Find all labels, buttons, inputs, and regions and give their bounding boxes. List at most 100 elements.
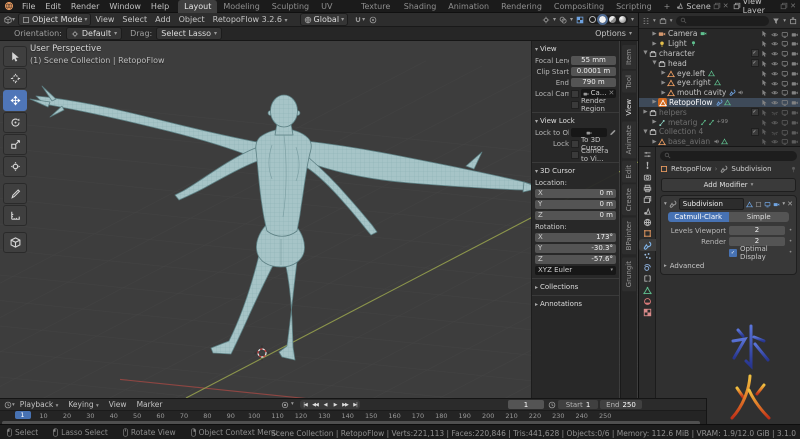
shading-rendered[interactable] [619, 16, 626, 23]
eye-closed-icon[interactable] [771, 108, 779, 117]
camera-restrict-icon[interactable] [791, 78, 799, 87]
workspace-tab-sculpting[interactable]: Sculpting [266, 0, 315, 13]
menu-render[interactable]: Render [66, 2, 104, 11]
monitor-icon[interactable] [781, 88, 789, 97]
n-panel-tab-edit[interactable]: Edit [622, 161, 636, 183]
stopwatch-icon[interactable] [548, 401, 556, 409]
snap-caret[interactable]: ▾ [362, 16, 365, 23]
properties-editor-icon[interactable] [639, 149, 656, 160]
proportional-editing-icon[interactable] [369, 16, 377, 24]
workspace-tab-animation[interactable]: Animation [442, 0, 495, 13]
editor-type-icon[interactable] [4, 16, 12, 24]
camera-restrict-icon[interactable] [791, 69, 799, 78]
advanced-section-header[interactable]: ▸Advanced [664, 260, 793, 272]
menu-add[interactable]: Add [151, 15, 175, 24]
disclosure-icon[interactable]: ▶ [660, 70, 667, 76]
modifier-expand-caret[interactable]: ▾ [664, 201, 667, 207]
monitor-icon[interactable] [781, 127, 789, 136]
view-section-header[interactable]: ▾View [535, 43, 616, 55]
camera-restrict-icon[interactable] [791, 108, 799, 117]
copy-view-layer-icon[interactable] [780, 2, 788, 10]
euler-mode-dropdown[interactable]: XYZ Euler▾ [535, 266, 616, 275]
timeline-menu-view[interactable]: View [104, 400, 132, 409]
scene-selector[interactable]: Scene ✕ [676, 2, 728, 11]
optimal-display-checkbox[interactable]: ✓ [729, 249, 737, 257]
properties-tab-modifiers[interactable] [639, 239, 656, 250]
show-gizmo-icon[interactable] [542, 16, 550, 24]
workspace-tab-uv-editing[interactable]: UV Editing [315, 0, 355, 13]
timeline-ruler[interactable]: 1 10203040506070809010011012013014015016… [0, 410, 706, 420]
workspace-tab-rendering[interactable]: Rendering [495, 0, 548, 13]
tool-annotate[interactable] [3, 183, 27, 204]
disclosure-icon[interactable]: ▶ [651, 99, 658, 105]
overlays-caret[interactable]: ▾ [570, 16, 573, 23]
camera-restrict-icon[interactable] [791, 127, 799, 136]
exclude-checkbox[interactable]: ✓ [751, 128, 759, 136]
tool-add-cube[interactable] [3, 232, 27, 253]
pin-icon[interactable] [790, 165, 797, 173]
outliner-row-character[interactable]: ▼ character ✓ [639, 49, 800, 59]
disclosure-icon[interactable]: ▶ [651, 139, 658, 145]
properties-tab-particles[interactable] [639, 251, 656, 262]
eye-icon[interactable] [771, 29, 779, 38]
play-reverse-button[interactable]: ◀ [320, 400, 330, 409]
disclosure-icon[interactable]: ▶ [642, 109, 649, 115]
eye-closed-icon[interactable] [771, 127, 779, 136]
eye-icon[interactable] [771, 49, 779, 58]
disclosure-icon[interactable]: ▼ [642, 50, 649, 56]
play-button[interactable]: ▶ [330, 400, 340, 409]
annotations-section-header[interactable]: ▸Annotations [535, 298, 616, 310]
menu-select[interactable]: Select [118, 15, 151, 24]
outliner-row-base-avian[interactable]: ▶ base_avian [639, 137, 800, 147]
properties-tab-texture[interactable] [639, 307, 656, 318]
eye-icon[interactable] [771, 39, 779, 48]
unlink-scene-icon[interactable]: ✕ [723, 2, 729, 10]
tool-move[interactable] [3, 90, 27, 111]
outliner-editor-caret[interactable]: ▾ [653, 18, 656, 24]
properties-search-input[interactable] [660, 151, 797, 161]
timeline-menu-marker[interactable]: Marker [132, 400, 168, 409]
camera-to-view-checkbox[interactable] [571, 151, 579, 159]
tool-rotate[interactable] [3, 112, 27, 133]
outliner-row-mouth-cavity[interactable]: ▶ mouth cavity [639, 88, 800, 98]
field-clip-start[interactable]: 0.0001 m [571, 67, 616, 76]
monitor-icon[interactable] [781, 29, 789, 38]
monitor-icon[interactable] [781, 59, 789, 68]
shading-material[interactable] [609, 16, 616, 23]
monitor-icon[interactable] [781, 137, 789, 146]
outliner-display-caret[interactable]: ▾ [670, 18, 673, 24]
properties-tab-material[interactable] [639, 296, 656, 307]
breadcrumb-object[interactable]: RetopoFlow [671, 165, 712, 173]
snap-magnet-icon[interactable] [354, 16, 362, 24]
field-rotation-z[interactable]: Z-57.6° [535, 255, 616, 264]
realtime-toggle-icon[interactable] [764, 200, 771, 208]
eye-icon[interactable] [771, 137, 779, 146]
workspace-tab-shading[interactable]: Shading [398, 0, 443, 13]
timeline-menu-playback[interactable]: Playback ▾ [15, 400, 64, 409]
camera-restrict-icon[interactable] [791, 118, 799, 127]
drag-dropdown[interactable]: Select Lasso▾ [156, 27, 222, 40]
modifier-close-icon[interactable]: ✕ [787, 200, 793, 208]
eye-icon[interactable] [771, 59, 779, 68]
tool-transform[interactable] [3, 156, 27, 177]
shading-solid[interactable] [599, 16, 606, 23]
disclosure-icon[interactable]: ▶ [651, 119, 658, 125]
viewport-3d[interactable]: User Perspective (1) Scene Collection | … [0, 41, 638, 398]
camera-restrict-icon[interactable] [791, 98, 799, 107]
workspace-tab-scripting[interactable]: Scripting [610, 0, 658, 13]
n-panel-tab-create[interactable]: Create [622, 184, 636, 215]
outliner-row-retopoflow[interactable]: ▶ RetopoFlow [639, 98, 800, 108]
monitor-icon[interactable] [781, 108, 789, 117]
exclude-checkbox[interactable]: ✓ [751, 59, 759, 67]
field-location-y[interactable]: Y0 m [535, 200, 616, 209]
disclosure-icon[interactable]: ▶ [651, 41, 658, 47]
timeline-menu-keying[interactable]: Keying ▾ [63, 400, 103, 409]
menu-view[interactable]: View [91, 15, 118, 24]
properties-tab-object-data[interactable] [639, 285, 656, 296]
outliner-display-mode-icon[interactable] [659, 17, 667, 25]
gizmo-caret[interactable]: ▾ [553, 16, 556, 23]
outliner-editor-icon[interactable] [642, 17, 650, 25]
properties-tab-physics[interactable] [639, 262, 656, 273]
workspace-tab-modeling[interactable]: Modeling [217, 0, 265, 13]
transform-orientation-dropdown[interactable]: Global ▾ [300, 13, 349, 26]
